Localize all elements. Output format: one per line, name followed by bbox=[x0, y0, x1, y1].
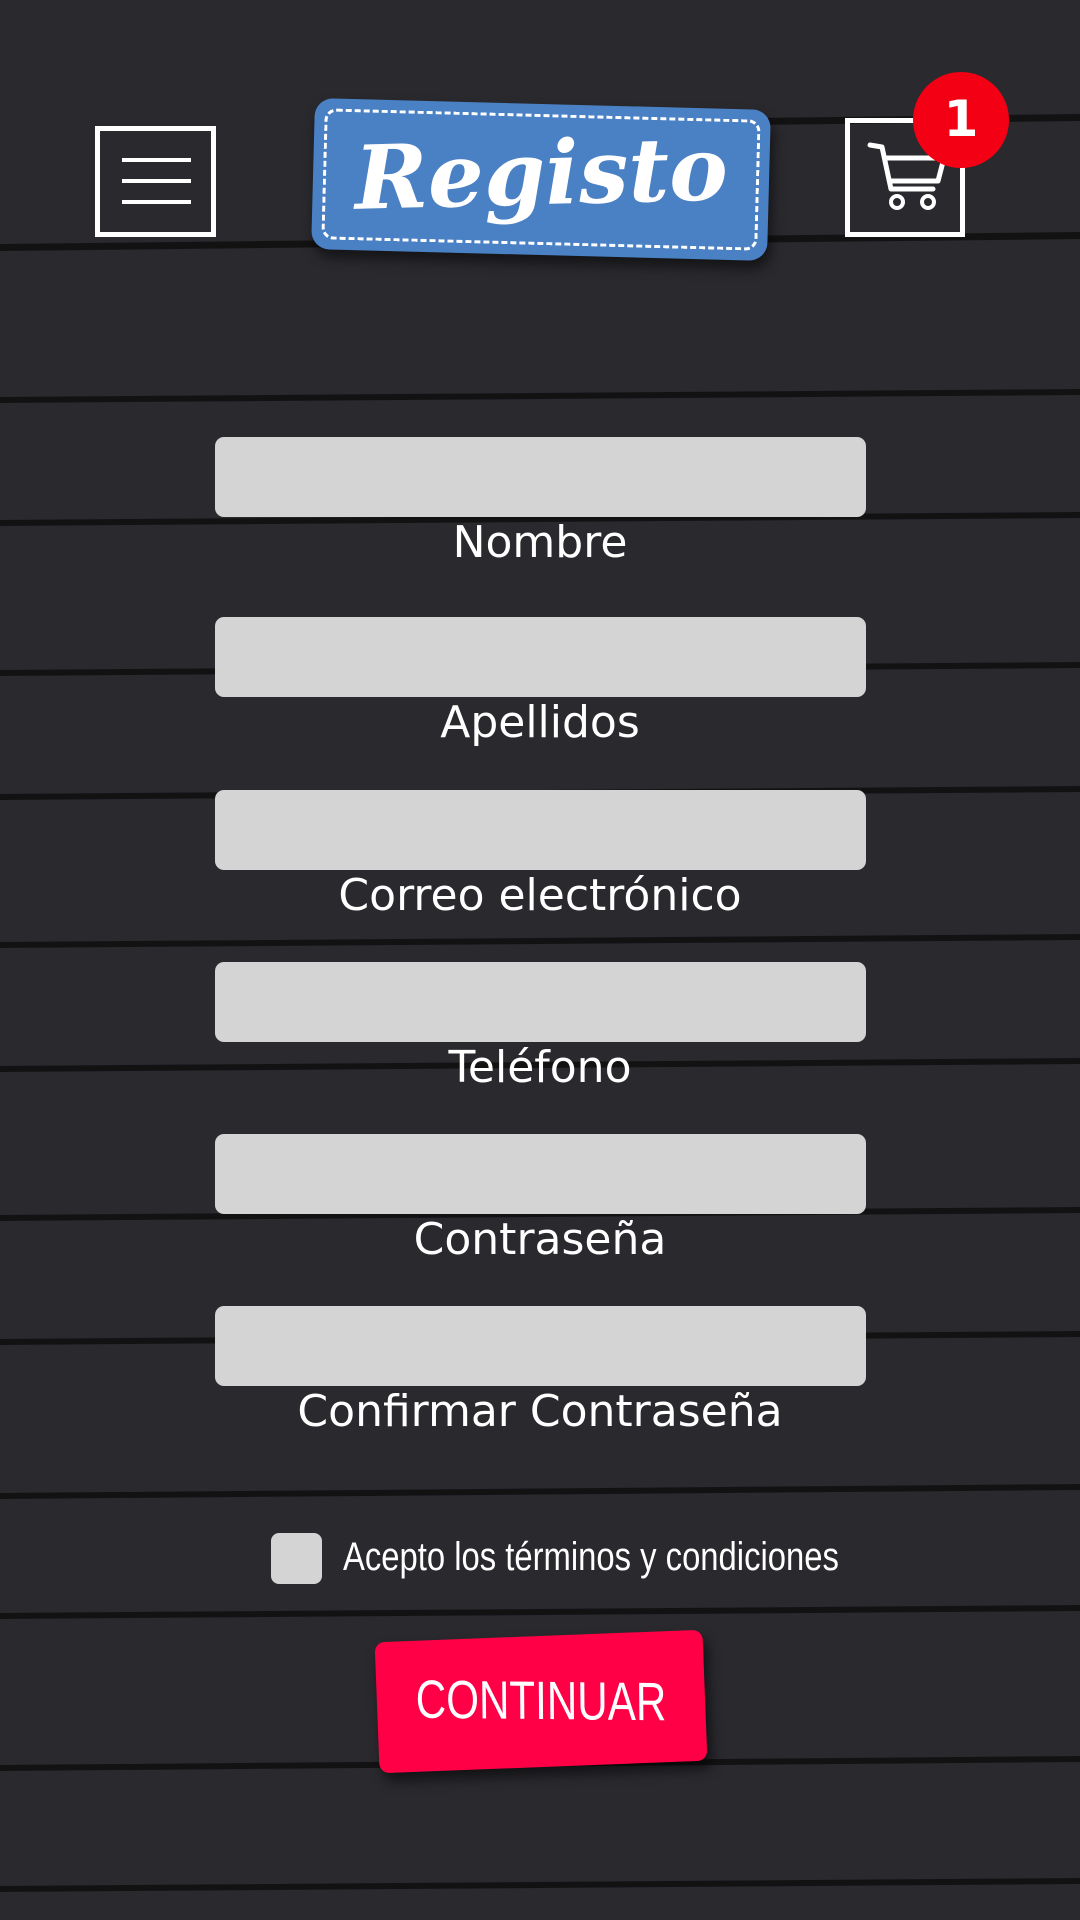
confirm-password-label: Confirmar Contraseña bbox=[297, 1386, 783, 1437]
cart-count-badge: 1 bbox=[913, 72, 1009, 168]
continue-button-label: CONTINUAR bbox=[415, 1669, 667, 1733]
terms-checkbox[interactable] bbox=[271, 1533, 322, 1584]
hamburger-menu-icon bbox=[122, 158, 191, 162]
page-title: Registo bbox=[353, 116, 729, 230]
plank-background bbox=[0, 114, 1080, 1892]
terms-label: Acepto los términos y condiciones bbox=[343, 1535, 839, 1579]
password-input[interactable] bbox=[215, 1134, 866, 1214]
confirm-password-input[interactable] bbox=[215, 1306, 866, 1386]
email-label: Correo electrónico bbox=[338, 870, 742, 921]
page-title-badge: Registo bbox=[311, 98, 771, 261]
continue-button[interactable]: CONTINUAR bbox=[374, 1629, 708, 1774]
telefono-input[interactable] bbox=[215, 962, 866, 1042]
nombre-input[interactable] bbox=[215, 437, 866, 517]
apellidos-label: Apellidos bbox=[440, 697, 640, 748]
apellidos-input[interactable] bbox=[215, 617, 866, 697]
nombre-label: Nombre bbox=[452, 517, 628, 568]
email-input[interactable] bbox=[215, 790, 866, 870]
menu-button[interactable] bbox=[95, 126, 216, 237]
password-label: Contraseña bbox=[413, 1214, 667, 1265]
telefono-label: Teléfono bbox=[448, 1042, 632, 1093]
